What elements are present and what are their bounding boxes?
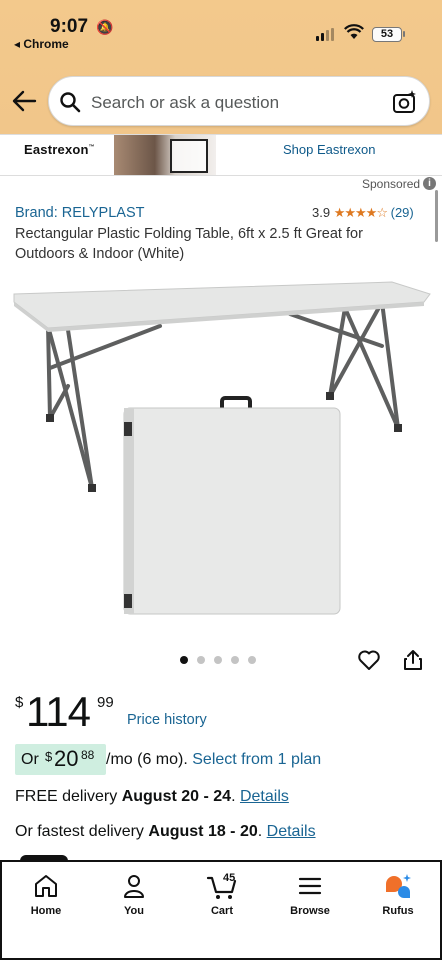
plan-fraction: 88 (81, 748, 95, 762)
tab-browse-label: Browse (290, 905, 330, 917)
payment-plan[interactable]: Or $ 20 88 /mo (6 mo). Select from 1 pla… (15, 744, 415, 775)
menu-icon (298, 877, 322, 895)
fastest-delivery-details-link[interactable]: Details (267, 823, 316, 840)
scrollbar[interactable] (435, 190, 438, 242)
price-history-link[interactable]: Price history (127, 712, 207, 728)
tab-rufus[interactable]: Rufus (354, 872, 442, 917)
status-bar: 9:07 🔕 ◂ Chrome 53 (0, 0, 442, 56)
price-currency: $ (15, 694, 24, 711)
battery-cap (403, 31, 405, 37)
person-icon (124, 875, 144, 898)
pager-dot[interactable] (248, 656, 256, 664)
star-rating-icon: ★★★★☆ (333, 205, 388, 220)
tab-cart[interactable]: 45 Cart (178, 872, 266, 917)
banner-image (114, 135, 216, 175)
product-title: Rectangular Plastic Folding Table, 6ft x… (15, 226, 363, 262)
pager-dot[interactable] (231, 656, 239, 664)
back-to-app-link[interactable]: ◂ Chrome (14, 37, 69, 51)
tab-you-label: You (124, 905, 144, 917)
pager-dot[interactable] (197, 656, 205, 664)
back-arrow-icon[interactable] (10, 88, 38, 114)
cell-signal-icon (316, 28, 334, 41)
rating-value: 3.9 (312, 205, 331, 220)
status-time: 9:07 (50, 16, 89, 37)
price-fraction: 99 (97, 694, 114, 711)
home-icon (35, 875, 57, 897)
fastest-delivery-dates: August 18 - 20 (148, 823, 258, 840)
pager-dot[interactable] (180, 656, 188, 664)
brand-banner[interactable]: Eastrexon™ Shop Eastrexon (0, 134, 442, 176)
sponsored-label: Sponsored (362, 177, 421, 191)
image-pager[interactable] (180, 656, 256, 664)
shop-brand-link[interactable]: Shop Eastrexon (283, 142, 376, 157)
pager-dot[interactable] (214, 656, 222, 664)
info-icon[interactable]: i (423, 177, 436, 190)
fastest-delivery: Or fastest delivery August 18 - 20. Deta… (15, 823, 316, 840)
camera-search-icon[interactable] (392, 89, 418, 115)
brand-logo: Eastrexon™ (24, 142, 95, 157)
battery-icon: 53 (372, 27, 402, 42)
heart-icon[interactable] (357, 648, 381, 672)
free-delivery: FREE delivery August 20 - 24. Details (15, 788, 289, 805)
rating-summary[interactable]: 3.9 ★★★★☆ (29) (312, 205, 414, 221)
search-bar[interactable]: Search or ask a question (48, 76, 430, 126)
select-plan-link[interactable]: Select from 1 plan (192, 751, 321, 768)
product-image[interactable] (10, 268, 434, 628)
tab-cart-label: Cart (210, 905, 233, 917)
brand-link[interactable]: Brand: RELYPLAST (15, 205, 145, 221)
search-input[interactable]: Search or ask a question (91, 93, 279, 113)
bell-muted-icon: 🔕 (96, 19, 114, 35)
share-icon[interactable] (402, 648, 424, 672)
free-delivery-details-link[interactable]: Details (240, 788, 289, 805)
tab-rufus-label: Rufus (382, 905, 414, 917)
header-area: 9:07 🔕 ◂ Chrome 53 Search or ask a quest… (0, 0, 442, 134)
tab-you[interactable]: You (90, 872, 178, 917)
price-whole: 114 (26, 688, 91, 735)
plan-or: Or (21, 751, 39, 768)
tab-home[interactable]: Home (2, 872, 90, 917)
wifi-icon (344, 24, 364, 39)
plan-currency: $ (45, 749, 53, 764)
tab-home-label: Home (30, 905, 62, 917)
search-icon (60, 92, 81, 113)
bottom-tab-bar: Home You 45 Cart Browse Rufus (0, 860, 442, 960)
rufus-icon (386, 874, 411, 898)
cart-count: 45 (223, 872, 236, 884)
free-delivery-dates: August 20 - 24 (121, 788, 232, 805)
plan-terms: /mo (6 mo). Select from 1 plan (106, 751, 322, 768)
rating-count: (29) (390, 205, 414, 220)
tab-browse[interactable]: Browse (266, 872, 354, 917)
plan-whole: 20 (54, 746, 79, 771)
